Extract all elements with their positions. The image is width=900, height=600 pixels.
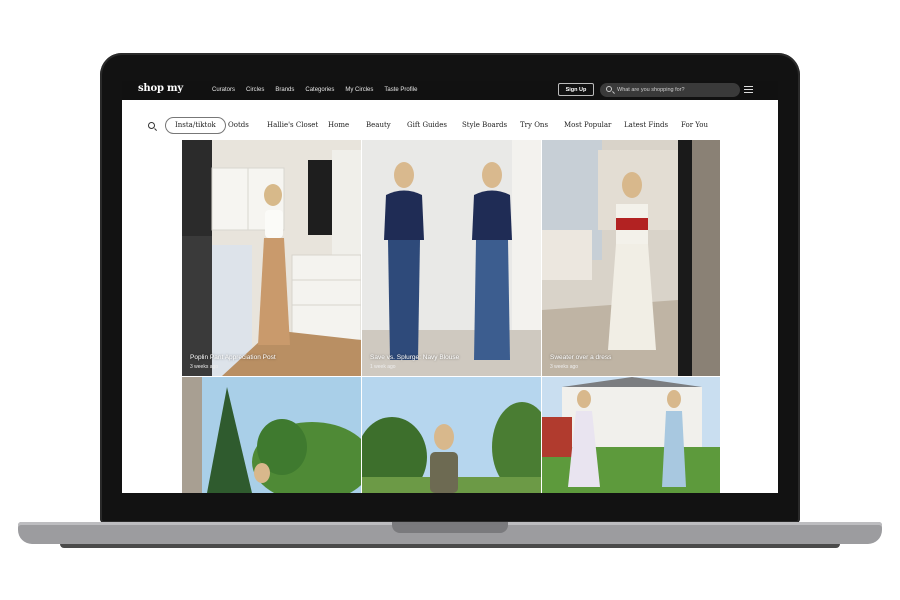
top-nav-bar: shop my Curators Circles Brands Categori… (122, 81, 778, 100)
post-card-3[interactable]: Sweater over a dress 3 weeks ago (542, 140, 720, 376)
filter-chip-home[interactable]: Home (328, 117, 349, 134)
filter-chip-most-popular[interactable]: Most Popular (564, 117, 611, 134)
nav-link-categories[interactable]: Categories (305, 81, 334, 100)
nav-link-taste-profile[interactable]: Taste Profile (384, 81, 417, 100)
filter-row: Insta/tiktok Ootds Hallie's Closet Home … (122, 100, 778, 140)
post-time: 1 week ago (370, 364, 396, 370)
hamburger-menu-icon[interactable] (744, 86, 753, 94)
search-box[interactable]: What are you shopping for? (600, 83, 740, 97)
post-card-1[interactable]: Poplin Pant Appreciation Post 3 weeks ag… (182, 140, 361, 376)
filter-chip-ootds[interactable]: Ootds (228, 117, 249, 134)
filter-chip-beauty[interactable]: Beauty (366, 117, 391, 134)
filter-chip-hallies-closet[interactable]: Hallie's Closet (267, 117, 318, 134)
filter-chip-try-ons[interactable]: Try Ons (520, 117, 548, 134)
post-time: 3 weeks ago (550, 364, 579, 370)
search-icon (606, 86, 612, 92)
post-image-kitchen (182, 140, 361, 376)
search-icon[interactable] (148, 122, 155, 129)
sign-up-button[interactable]: Sign Up (558, 83, 594, 96)
post-card-5[interactable] (362, 377, 541, 493)
post-image-mirror-dress (542, 140, 720, 376)
nav-link-brands[interactable]: Brands (275, 81, 294, 100)
post-image-navy-blouse (362, 140, 541, 376)
filter-chip-insta-tiktok[interactable]: Insta/tiktok (165, 117, 226, 134)
filter-chip-latest-finds[interactable]: Latest Finds (624, 117, 668, 134)
laptop-shadow (60, 544, 840, 548)
screen: shop my Curators Circles Brands Categori… (122, 81, 778, 493)
filter-chip-style-boards[interactable]: Style Boards (462, 117, 507, 134)
post-title: Poplin Pant Appreciation Post (190, 354, 276, 361)
nav-link-circles[interactable]: Circles (246, 81, 264, 100)
post-card-2[interactable]: Save vs. Splurge: Navy Blouse 1 week ago (362, 140, 541, 376)
post-image-outdoor-dresses (542, 377, 720, 493)
post-card-6[interactable] (542, 377, 720, 493)
filter-chip-for-you[interactable]: For You (681, 117, 708, 134)
search-input[interactable]: What are you shopping for? (617, 83, 685, 97)
post-title: Save vs. Splurge: Navy Blouse (370, 354, 460, 361)
post-time: 3 weeks ago (190, 364, 219, 370)
post-image-garden (182, 377, 361, 493)
nav-links: Curators Circles Brands Categories My Ci… (212, 81, 428, 100)
logo[interactable]: shop my (138, 83, 183, 94)
nav-link-curators[interactable]: Curators (212, 81, 235, 100)
filter-chip-gift-guides[interactable]: Gift Guides (407, 117, 447, 134)
nav-link-my-circles[interactable]: My Circles (345, 81, 373, 100)
post-image-trees (362, 377, 541, 493)
post-card-4[interactable] (182, 377, 361, 493)
laptop-notch (392, 522, 508, 533)
post-title: Sweater over a dress (550, 354, 612, 361)
